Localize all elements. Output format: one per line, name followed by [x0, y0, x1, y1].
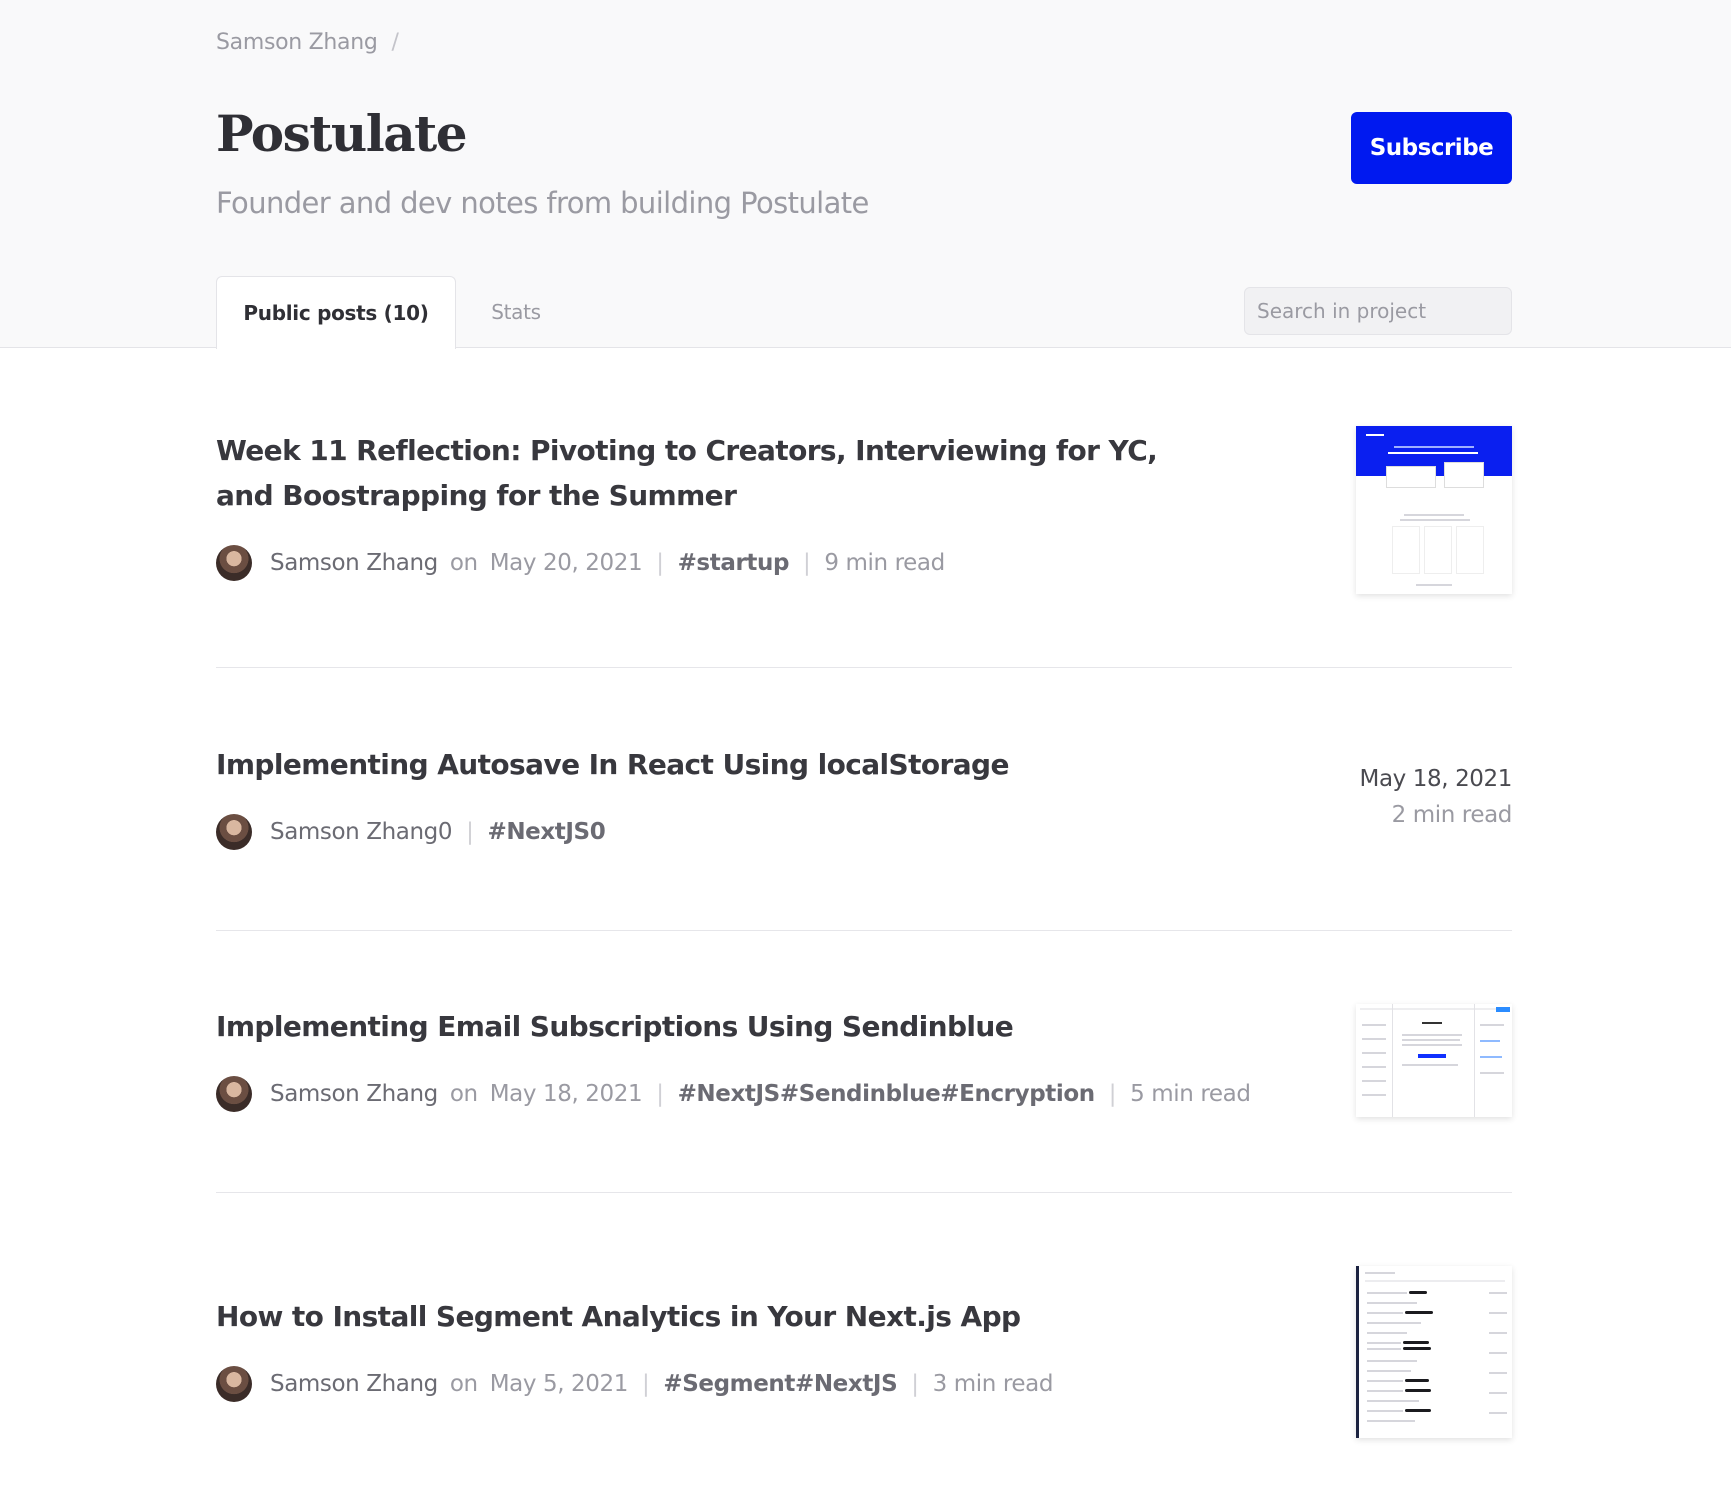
author-link[interactable]: Samson Zhang — [270, 1081, 438, 1107]
meta-divider: | — [911, 1371, 919, 1397]
post-item: Week 11 Reflection: Pivoting to Creators… — [216, 428, 1512, 581]
breadcrumb-separator: / — [391, 30, 399, 55]
meta-on: on — [449, 1371, 478, 1397]
search-input[interactable] — [1244, 287, 1512, 335]
post-date: May 18, 2021 — [1359, 766, 1513, 792]
post-tags[interactable]: #Segment#NextJS — [663, 1371, 897, 1397]
breadcrumb: Samson Zhang / — [216, 30, 399, 55]
author-link[interactable]: Samson Zhang0 — [270, 819, 452, 845]
divider — [216, 1192, 1512, 1193]
page-subtitle: Founder and dev notes from building Post… — [216, 186, 869, 220]
page-title: Postulate — [216, 104, 468, 163]
tab-public-posts[interactable]: Public posts (10) — [216, 276, 456, 349]
divider — [216, 930, 1512, 931]
avatar[interactable] — [216, 1366, 252, 1402]
post-thumbnail[interactable] — [1356, 1004, 1512, 1117]
avatar[interactable] — [216, 1076, 252, 1112]
read-time: 9 min read — [824, 550, 945, 576]
divider — [216, 667, 1512, 668]
post-date: May 18, 2021 — [489, 1081, 643, 1107]
post-meta: Samson Zhang on May 20, 2021 | #startup … — [216, 545, 1512, 581]
post-title-link[interactable]: How to Install Segment Analytics in Your… — [216, 1294, 1196, 1339]
read-time: 5 min read — [1130, 1081, 1251, 1107]
post-date: May 20, 2021 — [489, 550, 643, 576]
author-link[interactable]: Samson Zhang — [270, 550, 438, 576]
post-tags[interactable]: #startup — [678, 550, 790, 576]
meta-divider: | — [656, 1081, 664, 1107]
meta-divider: | — [656, 550, 664, 576]
author-link[interactable]: Samson Zhang — [270, 1371, 438, 1397]
read-time: 3 min read — [932, 1371, 1054, 1397]
post-thumbnail[interactable] — [1356, 426, 1512, 594]
post-title-link[interactable]: Implementing Email Subscriptions Using S… — [216, 1004, 1196, 1049]
post-meta: Samson Zhang on May 18, 2021 | #NextJS#S… — [216, 1076, 1512, 1112]
project-header: Samson Zhang / Postulate Founder and dev … — [0, 0, 1731, 349]
post-item: Implementing Email Subscriptions Using S… — [216, 1004, 1512, 1112]
post-title-link[interactable]: Implementing Autosave In React Using loc… — [216, 742, 1196, 787]
post-date: May 5, 2021 — [489, 1371, 629, 1397]
post-item: Implementing Autosave In React Using loc… — [216, 742, 1512, 850]
meta-on: on — [449, 550, 478, 576]
post-date-block: May 18, 2021 2 min read — [1359, 766, 1513, 828]
post-tags[interactable]: #NextJS0 — [487, 819, 605, 845]
meta-divider: | — [466, 819, 474, 845]
post-meta: Samson Zhang0 | #NextJS0 — [216, 814, 1512, 850]
meta-on: on — [449, 1081, 478, 1107]
meta-divider: | — [641, 1371, 650, 1397]
post-thumbnail[interactable] — [1356, 1266, 1512, 1438]
post-item: How to Install Segment Analytics in Your… — [216, 1294, 1512, 1402]
meta-divider: | — [803, 550, 811, 576]
breadcrumb-user-link[interactable]: Samson Zhang — [216, 30, 378, 55]
post-meta: Samson Zhang on May 5, 2021 | #Segment#N… — [216, 1366, 1512, 1402]
post-tags[interactable]: #NextJS#Sendinblue#Encryption — [678, 1081, 1096, 1107]
meta-divider: | — [1108, 1081, 1117, 1107]
tab-stats[interactable]: Stats — [456, 276, 576, 348]
post-title-link[interactable]: Week 11 Reflection: Pivoting to Creators… — [216, 428, 1196, 518]
read-time: 2 min read — [1391, 802, 1513, 828]
avatar[interactable] — [216, 814, 252, 850]
avatar[interactable] — [216, 545, 252, 581]
subscribe-button[interactable]: Subscribe — [1351, 112, 1512, 184]
